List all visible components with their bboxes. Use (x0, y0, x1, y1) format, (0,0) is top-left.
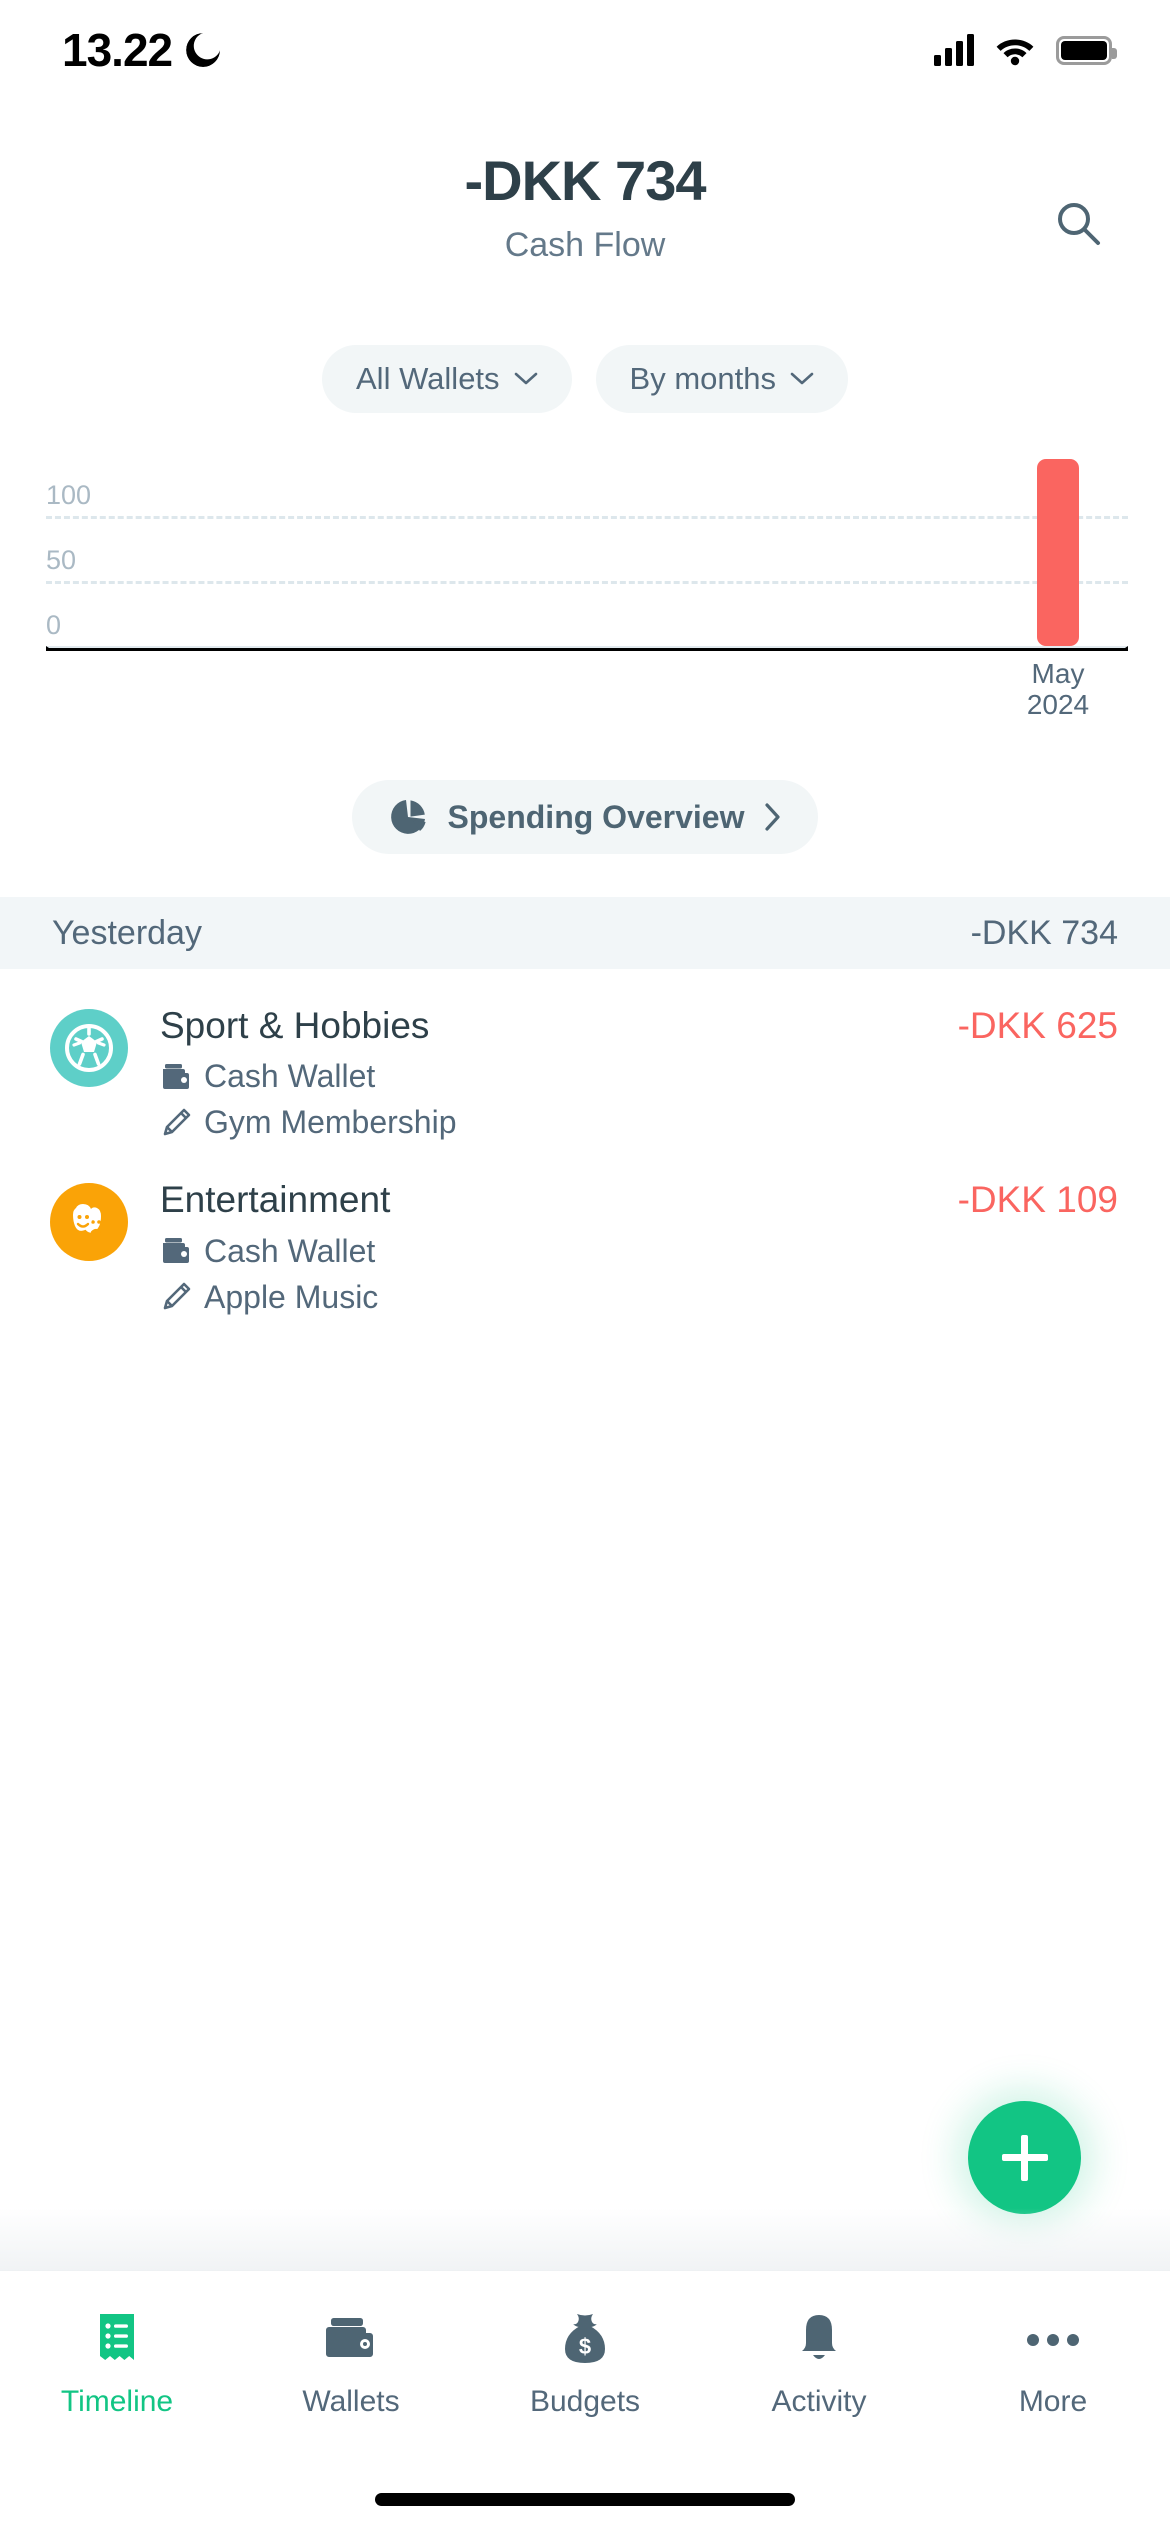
status-bar: 13.22 (0, 0, 1170, 100)
soccer-ball-icon (65, 1024, 113, 1072)
chart-bar-may-2024[interactable] (1037, 459, 1079, 646)
tab-timeline-label: Timeline (60, 2385, 174, 2418)
wallet-icon (324, 2311, 378, 2369)
tab-timeline[interactable]: Timeline (0, 2311, 234, 2419)
transaction-wallet: Cash Wallet (204, 1058, 376, 1095)
tab-wallets[interactable]: Wallets (234, 2311, 468, 2419)
tab-budgets[interactable]: $ Budgets (468, 2311, 702, 2419)
search-button[interactable] (1040, 185, 1118, 263)
transaction-body: Entertainment Cash Wallet Apple Music (128, 1177, 958, 1315)
wallet-icon (163, 1238, 189, 1263)
day-section-header: Yesterday -DKK 734 (0, 897, 1170, 969)
filter-chip-wallets-label: All Wallets (356, 361, 500, 396)
pencil-icon (163, 1282, 191, 1310)
status-bar-right (934, 34, 1117, 66)
transaction-wallet: Cash Wallet (204, 1232, 376, 1269)
tab-activity[interactable]: Activity (702, 2311, 936, 2419)
x-tick-label-may-2024: May 2024 (982, 658, 1134, 721)
x-tick-label-month: May (1031, 658, 1085, 689)
page-title: -DKK 734 (464, 149, 707, 212)
filter-chip-wallets[interactable]: All Wallets (322, 345, 572, 413)
filter-chip-period[interactable]: By months (595, 345, 848, 413)
tab-more-label: More (1018, 2385, 1088, 2418)
transaction-body: Sport & Hobbies Cash Wallet Gym Membersh… (128, 1003, 958, 1141)
spending-overview-button[interactable]: Spending Overview (351, 780, 819, 854)
tab-wallets-label: Wallets (302, 2385, 400, 2418)
filter-chip-period-label: By months (629, 361, 776, 396)
transaction-amount: -DKK 109 (957, 1179, 1118, 1221)
chevron-down-icon (790, 372, 814, 385)
transaction-category: Entertainment (160, 1179, 391, 1221)
cash-flow-chart[interactable]: 100 50 0 May 2024 (0, 420, 1170, 720)
search-icon (1058, 203, 1100, 245)
chevron-right-icon (765, 803, 781, 831)
table-row[interactable]: Sport & Hobbies Cash Wallet Gym Membersh… (0, 985, 1170, 1159)
status-bar-time: 13.22 (62, 24, 173, 76)
battery-full-icon (1056, 35, 1117, 65)
bell-icon (794, 2311, 844, 2369)
svg-text:$: $ (579, 2334, 591, 2359)
wallet-icon (163, 1063, 189, 1089)
transaction-amount: -DKK 625 (957, 1005, 1118, 1046)
gridline-100 (46, 516, 1128, 519)
page-subtitle: Cash Flow (504, 225, 666, 264)
status-bar-left: 13.22 (62, 23, 220, 77)
receipt-list-icon (93, 2311, 141, 2369)
day-section-label: Yesterday (52, 913, 202, 952)
transaction-wallet-row: Cash Wallet (160, 1058, 958, 1095)
category-avatar (50, 1183, 128, 1262)
transaction-note: Apple Music (204, 1278, 379, 1315)
transaction-note: Gym Membership (204, 1104, 457, 1141)
x-tick-label-year: 2024 (1026, 689, 1090, 721)
tab-more[interactable]: More (936, 2311, 1170, 2419)
app-screen: 13.22 -DKK 734 Cash Flow All Wallets By … (0, 0, 1170, 2532)
spending-overview-label: Spending Overview (447, 798, 745, 835)
add-transaction-button[interactable]: + (968, 2101, 1081, 2214)
y-tick-label-50: 50 (46, 545, 77, 575)
money-bag-icon: $ (560, 2311, 610, 2369)
transaction-wallet-row: Cash Wallet (160, 1233, 958, 1270)
y-tick-label-100: 100 (46, 480, 92, 510)
pie-chart-icon (390, 800, 426, 834)
moon-icon (186, 33, 220, 67)
wifi-icon (996, 39, 1034, 66)
table-row[interactable]: Entertainment Cash Wallet Apple Music -D… (0, 1159, 1170, 1333)
theater-masks-icon (73, 1204, 102, 1234)
spending-overview-wrap: Spending Overview (0, 780, 1170, 854)
y-tick-label-0: 0 (46, 610, 62, 640)
axis-baseline (46, 646, 1128, 651)
gridline-50 (46, 581, 1128, 584)
home-indicator[interactable] (375, 2493, 795, 2506)
ellipsis-icon (1024, 2311, 1082, 2369)
pencil-icon (163, 1108, 191, 1136)
page-header: -DKK 734 Cash Flow (0, 150, 1170, 265)
transaction-list: Sport & Hobbies Cash Wallet Gym Membersh… (0, 985, 1170, 1334)
cellular-signal-icon (934, 34, 974, 66)
tabbar-fade (0, 2208, 1170, 2270)
filter-chips: All Wallets By months (0, 345, 1170, 413)
tab-activity-label: Activity (771, 2385, 867, 2418)
transaction-category: Sport & Hobbies (160, 1005, 430, 1046)
transaction-note-row: Gym Membership (160, 1104, 958, 1141)
transaction-note-row: Apple Music (160, 1279, 958, 1316)
chevron-down-icon (514, 372, 537, 385)
day-section-total: -DKK 734 (970, 913, 1118, 952)
tab-budgets-label: Budgets (529, 2385, 641, 2418)
category-avatar (50, 1009, 128, 1087)
